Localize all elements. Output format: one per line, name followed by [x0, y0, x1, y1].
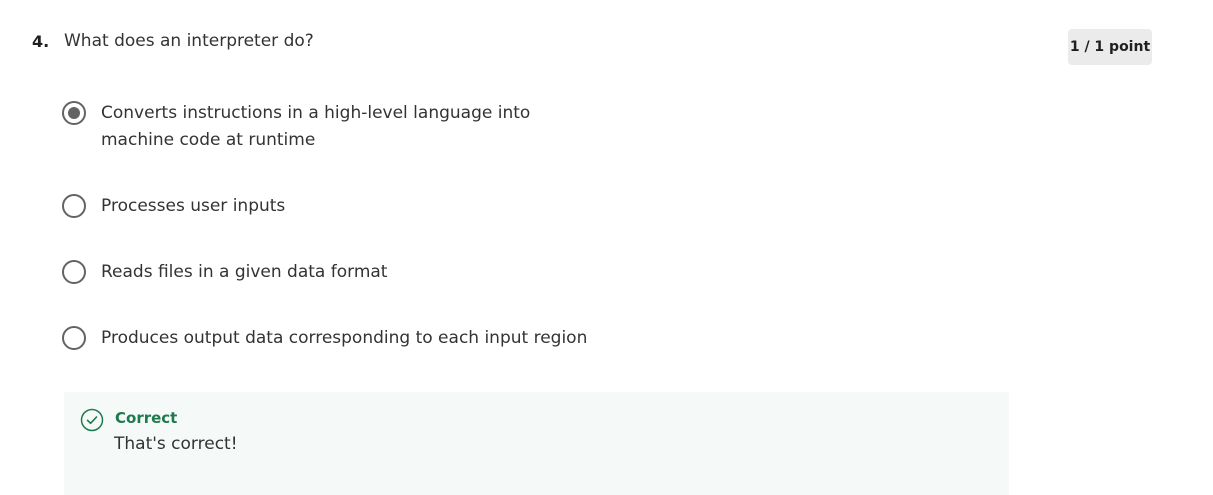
question-number: 4.: [32, 32, 50, 51]
option-label[interactable]: Produces output data corresponding to ea…: [101, 325, 591, 352]
radio-button[interactable]: [62, 260, 86, 284]
option-4[interactable]: Produces output data corresponding to ea…: [62, 325, 591, 352]
radio-button[interactable]: [62, 326, 86, 350]
question-text: What does an interpreter do?: [64, 31, 314, 51]
feedback-panel: Correct That's correct!: [64, 392, 1009, 495]
option-2[interactable]: Processes user inputs: [62, 193, 591, 220]
radio-dot: [68, 107, 80, 119]
feedback-message: That's correct!: [114, 434, 238, 454]
option-label[interactable]: Converts instructions in a high-level la…: [101, 100, 591, 154]
quiz-question-page: 4. What does an interpreter do? 1 / 1 po…: [0, 0, 1213, 495]
option-3[interactable]: Reads files in a given data format: [62, 259, 591, 286]
feedback-title: Correct: [115, 409, 178, 427]
score-badge: 1 / 1 point: [1068, 29, 1152, 65]
option-1[interactable]: Converts instructions in a high-level la…: [62, 100, 591, 154]
option-label[interactable]: Reads files in a given data format: [101, 259, 591, 286]
check-circle-icon: [80, 408, 104, 432]
radio-button[interactable]: [62, 194, 86, 218]
radio-button-selected[interactable]: [62, 101, 86, 125]
option-label[interactable]: Processes user inputs: [101, 193, 591, 220]
